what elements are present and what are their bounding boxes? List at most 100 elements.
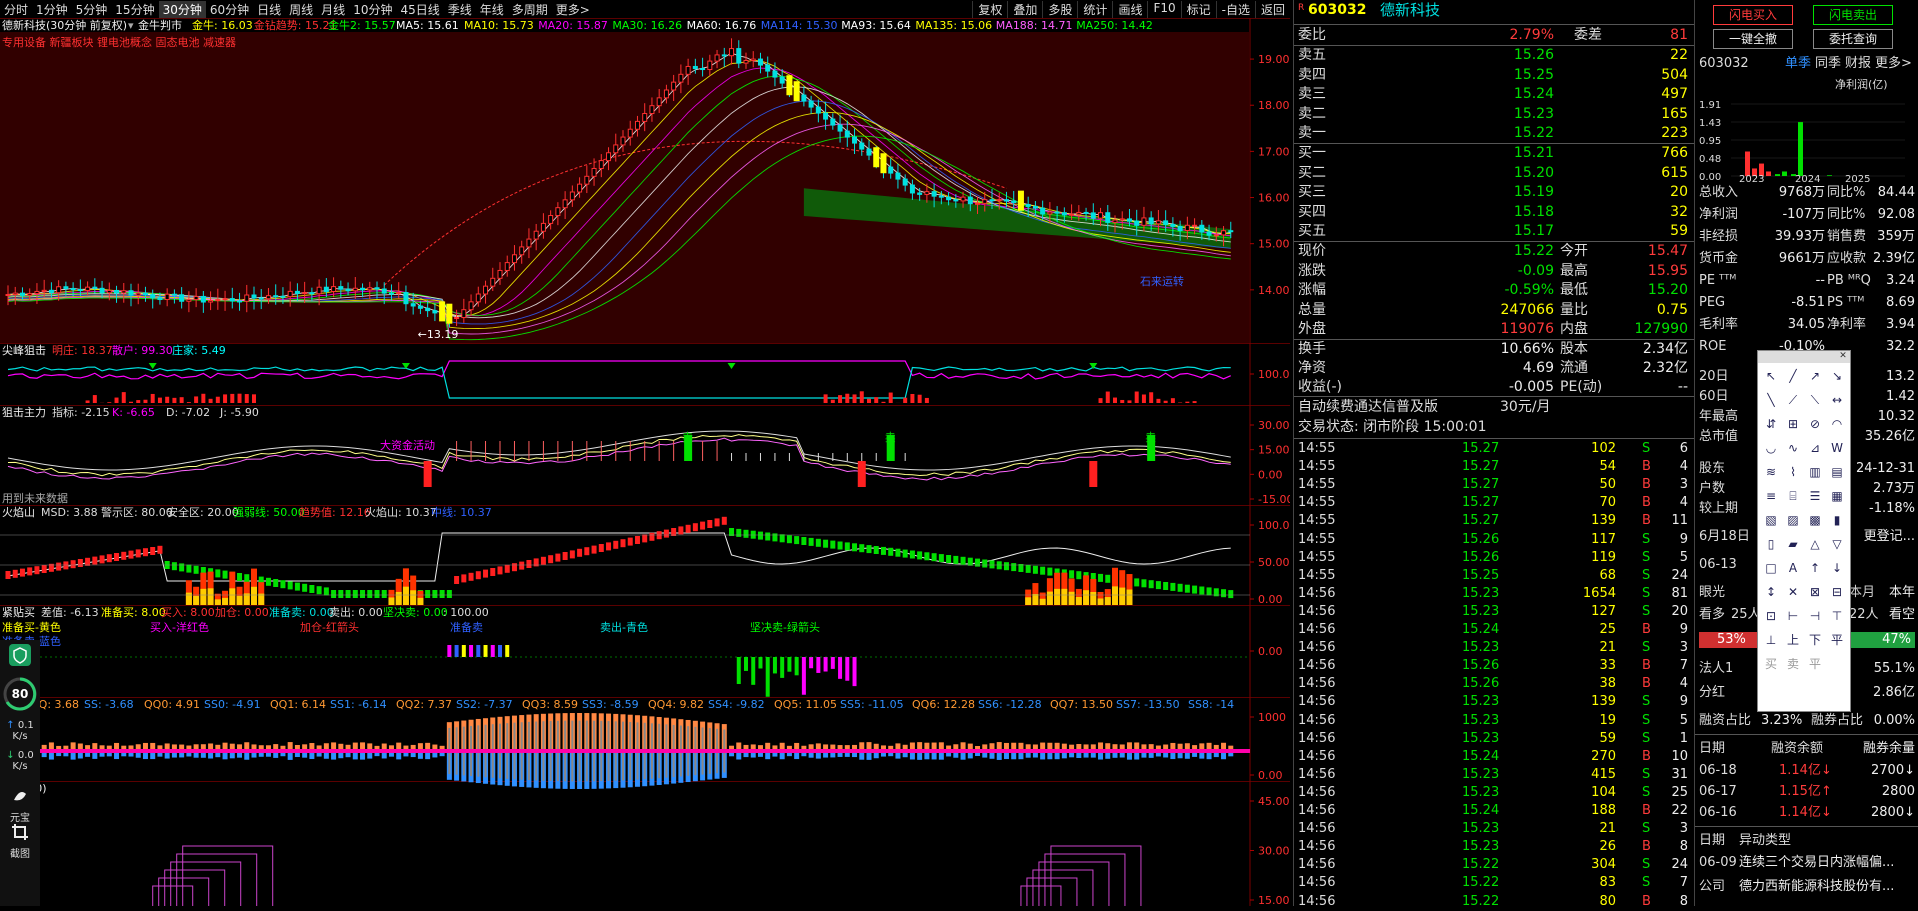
draw-tool-22-icon[interactable]: ☰ bbox=[1806, 487, 1824, 505]
draw-tool-8-icon[interactable]: ⇵ bbox=[1762, 415, 1780, 433]
draw-tool-19-icon[interactable]: ▤ bbox=[1828, 463, 1846, 481]
tab-single-quarter[interactable]: 单季 bbox=[1785, 55, 1811, 73]
draw-tool-26-icon[interactable]: ▩ bbox=[1806, 511, 1824, 529]
draw-tool-14-icon[interactable]: ⊿ bbox=[1806, 439, 1824, 457]
tab-year[interactable]: 本年 bbox=[1889, 584, 1915, 602]
draw-tool-13-icon[interactable]: ∿ bbox=[1784, 439, 1802, 457]
yuanbao-button[interactable]: 元宝 bbox=[0, 786, 40, 824]
promo-text: 自动续费通达信普及版 bbox=[1298, 398, 1438, 416]
draw-tool-39-icon[interactable]: ⊟ bbox=[1828, 583, 1846, 601]
tick-volume: 21 bbox=[1599, 639, 1616, 657]
tab-report[interactable]: 财报 bbox=[1845, 55, 1871, 73]
tool-button-3[interactable]: 统计 bbox=[1077, 1, 1112, 18]
stock-name: 德新科技 bbox=[1380, 1, 1440, 19]
screenshot-button[interactable]: 截图 bbox=[0, 822, 40, 860]
draw-tool-3-icon[interactable]: ↘ bbox=[1828, 367, 1846, 385]
draw-tool-10-icon[interactable]: ⊘ bbox=[1806, 415, 1824, 433]
draw-tool-28-icon[interactable]: ▯ bbox=[1762, 535, 1780, 553]
draw-tool-18-icon[interactable]: ▥ bbox=[1806, 463, 1824, 481]
draw-tool-45-icon[interactable]: 上 bbox=[1784, 631, 1802, 649]
draw-tool-7-icon[interactable]: ↔ bbox=[1828, 391, 1846, 409]
tool-button-1[interactable]: 叠加 bbox=[1007, 1, 1042, 18]
tool-button-6[interactable]: 标记 bbox=[1181, 1, 1216, 18]
period-tab-7[interactable]: 周线 bbox=[285, 1, 317, 18]
period-tab-6[interactable]: 日线 bbox=[253, 1, 285, 18]
draw-tool-29-icon[interactable]: ▰ bbox=[1784, 535, 1802, 553]
period-tab-11[interactable]: 季线 bbox=[444, 1, 476, 18]
draw-tool-2-icon[interactable]: ↗ bbox=[1806, 367, 1824, 385]
draw-tool-35-icon[interactable]: ↓ bbox=[1828, 559, 1846, 577]
tick-row: 14:5615.23139S9 bbox=[1294, 693, 1694, 711]
period-tab-5[interactable]: 60分钟 bbox=[206, 1, 253, 18]
tick-time: 14:55 bbox=[1298, 512, 1335, 530]
draw-tool-41-icon[interactable]: ⊢ bbox=[1784, 607, 1802, 625]
main-value-7: MA60: 16.76 bbox=[687, 19, 757, 32]
draw-tool-34-icon[interactable]: ↑ bbox=[1806, 559, 1824, 577]
shield-icon[interactable] bbox=[0, 644, 40, 669]
score-gauge[interactable]: 80 bbox=[0, 676, 40, 715]
tool-button-4[interactable]: 画线 bbox=[1112, 1, 1147, 18]
draw-tool-23-icon[interactable]: ▦ bbox=[1828, 487, 1846, 505]
draw-tool-38-icon[interactable]: ⊠ bbox=[1806, 583, 1824, 601]
period-tab-3[interactable]: 15分钟 bbox=[111, 1, 158, 18]
tick-count: 9 bbox=[1680, 693, 1688, 711]
draw-tool-31-icon[interactable]: ▽ bbox=[1828, 535, 1846, 553]
tab-same-quarter[interactable]: 同季 bbox=[1815, 55, 1841, 73]
draw-tool-6-icon[interactable]: ⟍ bbox=[1806, 391, 1824, 409]
flash-sell-button[interactable]: 闪电卖出 bbox=[1813, 5, 1893, 25]
period-tab-8[interactable]: 月线 bbox=[317, 1, 349, 18]
promo-row[interactable]: 自动续费通达信普及版 30元/月 bbox=[1294, 398, 1694, 416]
tool-button-7[interactable]: -自选 bbox=[1216, 1, 1255, 18]
news-more[interactable]: 更登记... bbox=[1864, 528, 1915, 546]
order-query-button[interactable]: 委托查询 bbox=[1813, 29, 1893, 49]
draw-tool-27-icon[interactable]: ▮ bbox=[1828, 511, 1846, 529]
stat-row-0: 现价15.22今开15.47 bbox=[1294, 242, 1694, 260]
period-tab-4[interactable]: 30分钟 bbox=[159, 1, 206, 18]
draw-tool-1-icon[interactable]: ╱ bbox=[1784, 367, 1802, 385]
period-tab-1[interactable]: 1分钟 bbox=[32, 1, 72, 18]
draw-tool-0-icon[interactable]: ↖ bbox=[1762, 367, 1780, 385]
draw-tool-4-icon[interactable]: ╲ bbox=[1762, 391, 1780, 409]
draw-tool-43-icon[interactable]: ⊤ bbox=[1828, 607, 1846, 625]
draw-tool-40-icon[interactable]: ⊡ bbox=[1762, 607, 1780, 625]
draw-tool-11-icon[interactable]: ◠ bbox=[1828, 415, 1846, 433]
cancel-all-button[interactable]: 一键全撤 bbox=[1713, 29, 1793, 49]
flash-buy-button[interactable]: 闪电买入 bbox=[1713, 5, 1793, 25]
draw-tool-36-icon[interactable]: ↕ bbox=[1762, 583, 1780, 601]
period-tab-10[interactable]: 45日线 bbox=[396, 1, 443, 18]
draw-tool-20-icon[interactable]: ≡ bbox=[1762, 487, 1780, 505]
tab-more[interactable]: 更多> bbox=[1875, 55, 1912, 73]
tick-price: 15.23 bbox=[1462, 784, 1499, 802]
draw-tool-46-icon[interactable]: 下 bbox=[1806, 631, 1824, 649]
tool-button-8[interactable]: 返回 bbox=[1255, 1, 1290, 18]
draw-tool-25-icon[interactable]: ▨ bbox=[1784, 511, 1802, 529]
draw-tool-47-icon[interactable]: 平 bbox=[1828, 631, 1846, 649]
buy-label: 买五 bbox=[1298, 222, 1326, 240]
period-tab-0[interactable]: 分时 bbox=[0, 1, 32, 18]
draw-tool-30-icon[interactable]: △ bbox=[1806, 535, 1824, 553]
period-tab-9[interactable]: 10分钟 bbox=[349, 1, 396, 18]
draw-tool-33-icon[interactable]: A bbox=[1784, 559, 1802, 577]
period-tab-13[interactable]: 多周期 bbox=[508, 1, 552, 18]
close-icon[interactable]: ✕ bbox=[1838, 351, 1848, 361]
tool-button-2[interactable]: 多股 bbox=[1042, 1, 1077, 18]
draw-tool-17-icon[interactable]: ⌇ bbox=[1784, 463, 1802, 481]
draw-tool-42-icon[interactable]: ⊣ bbox=[1806, 607, 1824, 625]
tool-button-5[interactable]: F10 bbox=[1147, 1, 1180, 18]
draw-tool-32-icon[interactable]: □ bbox=[1762, 559, 1780, 577]
period-tab-2[interactable]: 5分钟 bbox=[72, 1, 112, 18]
draw-tool-24-icon[interactable]: ▧ bbox=[1762, 511, 1780, 529]
draw-tool-9-icon[interactable]: ⊞ bbox=[1784, 415, 1802, 433]
draw-tool-15-icon[interactable]: W bbox=[1828, 439, 1846, 457]
tab-month[interactable]: 本月 bbox=[1849, 584, 1875, 602]
draw-tool-37-icon[interactable]: ✕ bbox=[1784, 583, 1802, 601]
draw-tool-5-icon[interactable]: ⟋ bbox=[1784, 391, 1802, 409]
draw-tool-16-icon[interactable]: ≋ bbox=[1762, 463, 1780, 481]
tool-button-0[interactable]: 复权 bbox=[972, 1, 1007, 18]
draw-tool-12-icon[interactable]: ◡ bbox=[1762, 439, 1780, 457]
draw-tool-21-icon[interactable]: ⌸ bbox=[1784, 487, 1802, 505]
event-row[interactable]: 06-09 连续三个交易日内涨幅偏... bbox=[1699, 854, 1915, 872]
period-tab-12[interactable]: 年线 bbox=[476, 1, 508, 18]
draw-tool-44-icon[interactable]: ⊥ bbox=[1762, 631, 1780, 649]
period-tab-14[interactable]: 更多> bbox=[552, 1, 594, 18]
